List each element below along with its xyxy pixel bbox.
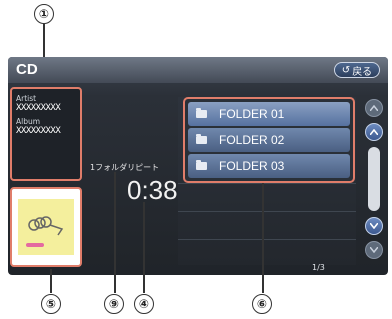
folder-icon: [196, 134, 207, 144]
album-art-thumbnail: [18, 199, 74, 255]
callout-1: ①: [34, 4, 54, 24]
callout-9-leader: [114, 172, 116, 293]
scroll-bottom-button[interactable]: [365, 241, 383, 259]
elapsed-time: 0:38: [127, 175, 178, 205]
repeat-mode-label: 1フォルダリピート: [90, 163, 160, 172]
scrollbar[interactable]: [368, 147, 380, 211]
album-art-frame: [10, 187, 82, 267]
screen-title: CD: [16, 61, 38, 78]
artist-value: XXXXXXXXX: [16, 103, 61, 113]
folder-label: FOLDER 01: [219, 107, 285, 121]
folder-item[interactable]: FOLDER 01: [188, 102, 350, 126]
scroll-top-button[interactable]: [365, 99, 383, 117]
folder-item[interactable]: FOLDER 03: [188, 154, 350, 178]
folder-list-frame: FOLDER 01 FOLDER 02 FOLDER 03: [183, 97, 355, 183]
row-divider: [178, 183, 356, 184]
back-arrow-icon: ↺: [341, 64, 351, 76]
back-label: 戻る: [352, 66, 373, 78]
scroll-up-icon: [370, 129, 378, 135]
page-indicator: 1/3: [312, 263, 325, 272]
folder-item[interactable]: FOLDER 02: [188, 128, 350, 152]
callout-4: ④: [134, 294, 154, 314]
back-button[interactable]: ↺ 戻る: [334, 62, 380, 78]
title-bar: CD ↺ 戻る: [8, 57, 388, 83]
cd-screen: CD ↺ 戻る Artist XXXXXXXXX Album XXXXXXXXX…: [8, 57, 388, 275]
row-divider: [178, 211, 356, 212]
callout-6: ⑥: [252, 294, 272, 314]
album-label: Album: [16, 117, 41, 126]
folder-icon: [196, 160, 207, 170]
callout-4-leader: [143, 202, 145, 293]
scroll-down-icon: [370, 223, 378, 229]
callout-6-leader: [262, 183, 264, 293]
album-value: XXXXXXXXX: [16, 126, 61, 136]
folder-icon: [196, 108, 207, 118]
folder-label: FOLDER 02: [219, 133, 285, 147]
callout-9: ⑨: [104, 294, 124, 314]
folder-label: FOLDER 03: [219, 159, 285, 173]
callout-5: ⑤: [41, 294, 61, 314]
track-info-box: Artist XXXXXXXXX Album XXXXXXXXX: [10, 87, 82, 181]
scroll-down-button[interactable]: [365, 217, 383, 235]
row-divider: [178, 239, 356, 240]
scroll-up-button[interactable]: [365, 123, 383, 141]
artist-label: Artist: [16, 94, 37, 103]
callout-5-leader: [50, 269, 52, 293]
